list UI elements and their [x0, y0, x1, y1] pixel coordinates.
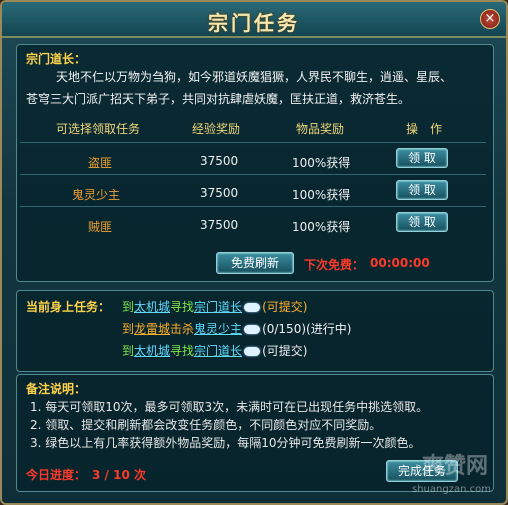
title-bar: 宗门任务 × — [2, 2, 506, 38]
header-exp: 经验奖励 — [192, 122, 241, 136]
current-quest-line: 到龙雷城击杀鬼灵少主 (0/150)(进行中) — [122, 322, 352, 336]
row-divider — [20, 174, 486, 175]
notes-heading: 备注说明： — [26, 382, 87, 396]
intro-line-2: 苍穹三大门派广招天下弟子，共同对抗肆虐妖魔，匡扶正道，救济苍生。 — [26, 92, 411, 106]
row-divider — [20, 206, 486, 207]
task-name: 贼匪 — [88, 220, 113, 234]
accept-button[interactable]: 领 取 — [396, 212, 448, 232]
header-action: 操 作 — [406, 122, 443, 136]
next-free-timer: 00:00:00 — [370, 256, 430, 270]
row-divider — [20, 142, 486, 143]
current-heading: 当前身上任务： — [26, 300, 111, 314]
teleport-cloud-icon[interactable] — [244, 325, 261, 334]
place-link[interactable]: 太机城 — [134, 300, 170, 314]
target-link[interactable]: 宗门道长 — [194, 344, 242, 358]
current-quest-line: 到太机城寻找宗门道长 (可提交) — [122, 344, 308, 358]
watermark-logo: 爽赞网 — [422, 454, 489, 479]
teleport-cloud-icon[interactable] — [244, 303, 261, 312]
task-name: 鬼灵少主 — [72, 188, 121, 202]
task-item: 100%获得 — [292, 156, 351, 170]
free-refresh-button[interactable]: 免费刷新 — [216, 252, 294, 274]
header-task: 可选择领取任务 — [56, 122, 141, 136]
note-item: 2. 领取、提交和刷新都会改变任务颜色，不同颜色对应不同奖励。 — [30, 418, 382, 432]
teleport-cloud-icon[interactable] — [244, 347, 261, 356]
watermark-url: shuangzan.com — [412, 484, 491, 495]
intro-heading: 宗门道长： — [26, 52, 87, 66]
note-item: 1. 每天可领取10次，最多可领取3次，未满时可在已出现任务中挑选领取。 — [30, 400, 429, 414]
window-title: 宗门任务 — [208, 11, 300, 35]
task-name: 盗匪 — [88, 156, 113, 170]
task-exp: 37500 — [200, 218, 239, 232]
accept-button[interactable]: 领 取 — [396, 148, 448, 168]
header-item: 物品奖励 — [296, 122, 345, 136]
progress-label: 今日进度： — [26, 468, 87, 482]
target-link[interactable]: 鬼灵少主 — [194, 322, 242, 336]
place-link[interactable]: 龙雷城 — [134, 322, 170, 336]
task-item: 100%获得 — [292, 188, 351, 202]
task-exp: 37500 — [200, 186, 239, 200]
next-free-label: 下次免费： — [304, 258, 365, 272]
close-button[interactable]: × — [480, 9, 500, 29]
intro-line-1: 天地不仁以万物为刍狗，如今邪道妖魔猖獗，人界民不聊生，逍遥、星辰、 — [56, 70, 453, 84]
accept-button[interactable]: 领 取 — [396, 180, 448, 200]
sect-quest-window: 宗门任务 × 宗门道长： 天地不仁以万物为刍狗，如今邪道妖魔猖獗，人界民不聊生，… — [0, 0, 508, 505]
note-item: 3. 绿色以上有几率获得额外物品奖励，每隔10分钟可免费刷新一次颜色。 — [30, 436, 421, 450]
task-item: 100%获得 — [292, 220, 351, 234]
progress-value: 3 / 10 次 — [92, 468, 146, 482]
current-quest-line: 到太机城寻找宗门道长 (可提交) — [122, 300, 308, 314]
task-exp: 37500 — [200, 154, 239, 168]
place-link[interactable]: 太机城 — [134, 344, 170, 358]
target-link[interactable]: 宗门道长 — [194, 300, 242, 314]
